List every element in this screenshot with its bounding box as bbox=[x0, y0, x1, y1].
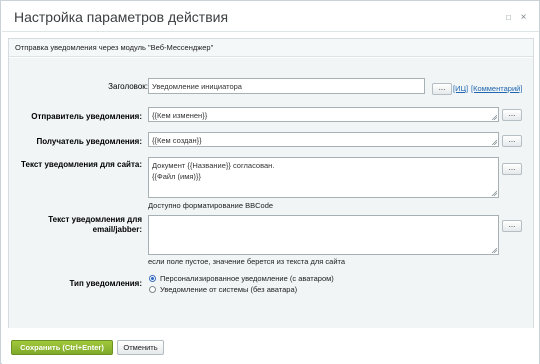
resize-grip-icon[interactable] bbox=[491, 247, 497, 253]
subject-input[interactable]: Уведомление инициатора bbox=[148, 78, 425, 94]
email-empty-hint: если поле пустое, значение берется из те… bbox=[148, 257, 346, 266]
dialog-title: Настройка параметров действия bbox=[14, 9, 229, 25]
email-text-label-line-2: email/jabber: bbox=[92, 225, 142, 234]
save-button[interactable]: Сохранить (Ctrl+Enter) bbox=[11, 340, 113, 355]
site-text-insert-button[interactable]: ... bbox=[502, 163, 522, 175]
sender-label: Отправитель уведомления: bbox=[31, 112, 142, 121]
resize-grip-icon[interactable] bbox=[491, 139, 497, 145]
dialog-footer: Сохранить (Ctrl+Enter) Отменить bbox=[2, 331, 539, 364]
bbcode-hint: Доступно форматирование BBCode bbox=[148, 201, 274, 210]
site-text-line-3: {{Файл (имя)}} bbox=[152, 172, 201, 181]
close-icon[interactable]: × bbox=[519, 13, 528, 23]
recipient-value: {{Кем создан}} bbox=[152, 136, 202, 145]
dialog-title-bar[interactable]: Настройка параметров действия □ × bbox=[2, 2, 539, 32]
cancel-button[interactable]: Отменить bbox=[117, 340, 164, 355]
email-text-insert-button[interactable]: ... bbox=[502, 220, 522, 232]
dialog-content: Отправка уведомления через модуль "Веб-М… bbox=[8, 38, 534, 328]
radio-system-label[interactable]: Уведомление от системы (без аватара) bbox=[160, 285, 297, 294]
resize-grip-icon[interactable] bbox=[491, 190, 497, 196]
radio-button-unchecked[interactable] bbox=[149, 286, 156, 293]
email-text-input[interactable] bbox=[148, 215, 499, 255]
site-text-line-1: Документ {{Название}} согласован. bbox=[152, 161, 275, 170]
expand-icon[interactable]: □ bbox=[504, 13, 513, 22]
recipient-input[interactable]: {{Кем создан}} bbox=[148, 132, 499, 147]
action-settings-dialog: Настройка параметров действия □ × Отправ… bbox=[0, 0, 540, 364]
radio-personalized-label[interactable]: Персонализированное уведомление (с авата… bbox=[160, 274, 334, 283]
sender-value: {{Кем изменен}} bbox=[152, 111, 208, 120]
notification-type-label: Тип уведомления: bbox=[69, 279, 142, 288]
form-area: Заголовок: Уведомление инициатора ... [И… bbox=[9, 58, 533, 328]
site-text-label: Текст уведомления для сайта: bbox=[21, 160, 142, 169]
resize-grip-icon[interactable] bbox=[491, 114, 497, 120]
radio-button-checked[interactable] bbox=[149, 275, 156, 282]
subject-value: Уведомление инициатора bbox=[152, 82, 242, 91]
radio-system[interactable]: Уведомление от системы (без аватара) bbox=[149, 285, 297, 294]
subject-link-ic[interactable]: [ИЦ] bbox=[453, 84, 468, 93]
sender-insert-button[interactable]: ... bbox=[502, 109, 522, 121]
site-text-input[interactable]: Документ {{Название}} согласован. {{Файл… bbox=[148, 157, 499, 198]
recipient-insert-button[interactable]: ... bbox=[502, 135, 522, 147]
subject-label: Заголовок: bbox=[108, 82, 148, 91]
radio-personalized[interactable]: Персонализированное уведомление (с авата… bbox=[149, 274, 334, 283]
email-text-label-line-1: Текст уведомления для bbox=[48, 215, 142, 224]
subject-insert-button[interactable]: ... bbox=[432, 83, 452, 95]
subject-link-comment[interactable]: [Комментарий] bbox=[471, 84, 522, 93]
action-description: Отправка уведомления через модуль "Веб-М… bbox=[9, 39, 533, 57]
recipient-label: Получатель уведомления: bbox=[36, 137, 142, 146]
sender-input[interactable]: {{Кем изменен}} bbox=[148, 107, 499, 122]
